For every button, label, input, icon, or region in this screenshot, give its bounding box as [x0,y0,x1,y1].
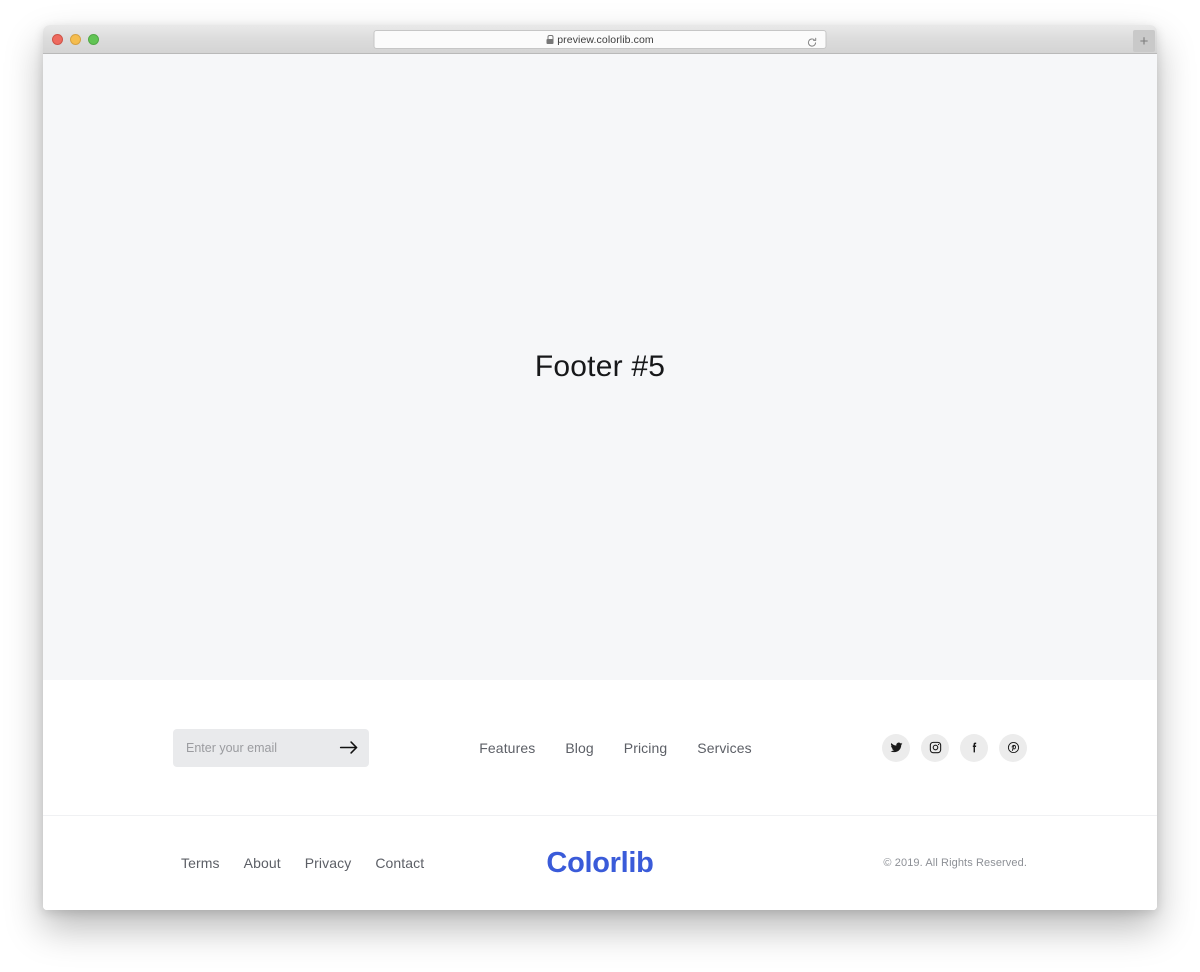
social-link-instagram[interactable] [921,733,949,762]
address-bar-content: preview.colorlib.com [546,34,654,46]
hero-section: Footer #5 [43,54,1157,680]
footer-main-row: Features Blog Pricing Services [43,680,1157,816]
reload-icon[interactable] [807,35,818,47]
social-link-pinterest[interactable] [999,733,1027,762]
minimize-window-button[interactable] [70,34,81,45]
subscribe-submit-button[interactable] [338,738,360,758]
footer-bottom-row: Terms About Privacy Contact Colorlib © 2… [43,816,1157,910]
social-link-facebook[interactable] [960,733,988,762]
twitter-icon [890,742,902,753]
url-text: preview.colorlib.com [557,33,654,46]
footer-nav-item-services[interactable]: Services [697,740,751,756]
brand-logo[interactable]: Colorlib [546,847,653,880]
legal-nav: Terms About Privacy Contact [181,855,424,871]
social-links [882,733,1027,762]
facebook-icon [972,742,976,753]
pinterest-icon [1007,741,1019,754]
address-bar[interactable]: preview.colorlib.com [373,30,827,49]
lock-icon [546,35,554,44]
legal-nav-item-terms[interactable]: Terms [181,855,220,871]
footer-bottom-inner: Terms About Privacy Contact Colorlib © 2… [43,847,1157,879]
legal-nav-item-contact[interactable]: Contact [375,855,424,871]
close-window-button[interactable] [52,34,63,45]
arrow-right-icon [339,741,358,754]
plus-icon: + [1139,32,1149,50]
browser-titlebar: preview.colorlib.com + [43,25,1157,54]
maximize-window-button[interactable] [88,34,99,45]
browser-window: preview.colorlib.com + Footer #5 Enter y… [43,25,1157,910]
footer-nav: Features Blog Pricing Services [479,740,751,756]
footer-main-inner: Features Blog Pricing Services [43,728,1157,767]
legal-nav-item-about[interactable]: About [244,855,281,871]
window-controls [52,34,99,45]
page-title: Footer #5 [534,350,666,383]
legal-nav-item-privacy[interactable]: Privacy [305,855,352,871]
social-link-twitter[interactable] [882,733,910,762]
subscribe-form[interactable] [173,728,369,767]
footer-nav-item-features[interactable]: Features [479,740,535,756]
footer-nav-item-pricing[interactable]: Pricing [624,740,668,756]
page-viewport: Footer #5 Features Blog Prici [43,54,1157,910]
instagram-icon [929,741,941,754]
copyright-text: © 2019. All Rights Reserved. [883,857,1027,869]
new-tab-button[interactable]: + [1133,30,1155,52]
footer-nav-item-blog[interactable]: Blog [565,740,593,756]
